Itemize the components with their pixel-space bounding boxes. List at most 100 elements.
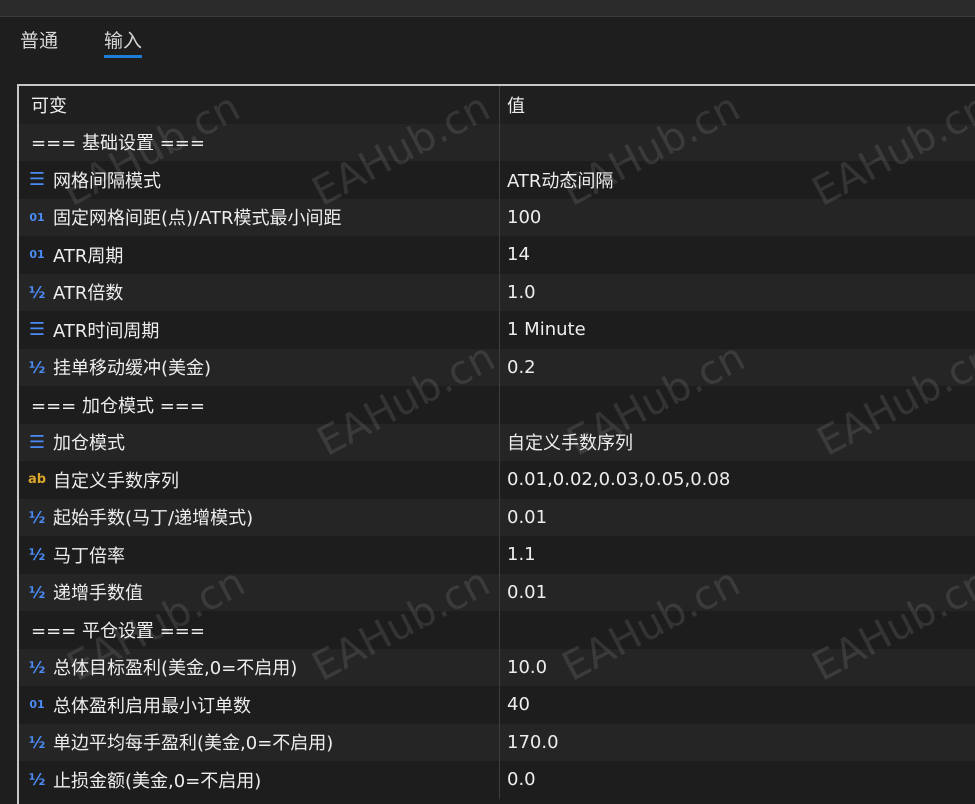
- parameter-value: 0.01: [507, 506, 548, 528]
- parameter-value-cell: [500, 611, 975, 649]
- parameter-value-cell[interactable]: 100: [500, 199, 975, 237]
- parameter-name-cell: ☰ ATR时间周期: [19, 311, 500, 349]
- parameter-row[interactable]: ½ 止损金额(美金,0=不启用) 0.0: [19, 761, 975, 799]
- parameter-name: === 基础设置 ===: [31, 133, 205, 155]
- parameter-name: === 加仓模式 ===: [31, 395, 205, 417]
- tab-inputs[interactable]: 输入: [104, 26, 143, 58]
- parameter-name: 马丁倍率: [53, 545, 125, 567]
- parameter-value: 1 Minute: [507, 319, 586, 341]
- double-icon: ½: [28, 732, 46, 752]
- parameter-value: 0.01,0.02,0.03,0.05,0.08: [507, 469, 731, 491]
- parameter-row[interactable]: ½ 挂单移动缓冲(美金) 0.2: [19, 348, 975, 387]
- string-icon: ab: [27, 472, 47, 488]
- tab-general[interactable]: 普通: [20, 26, 58, 53]
- parameter-value: 1.0: [507, 281, 536, 303]
- parameter-value-cell[interactable]: 0.01: [500, 574, 975, 612]
- parameter-name-cell: ½ 递增手数值: [19, 573, 500, 611]
- parameter-row[interactable]: ½ 单边平均每手盈利(美金,0=不启用) 170.0: [19, 723, 975, 762]
- tab-bar: 普通 输入: [0, 16, 975, 66]
- parameter-name: 总体盈利启用最小订单数: [53, 695, 251, 717]
- parameter-value-cell[interactable]: 1.0: [500, 274, 975, 312]
- section-header-row[interactable]: === 基础设置 ===: [19, 123, 975, 162]
- column-header-value-label: 值: [507, 95, 525, 117]
- parameter-row[interactable]: ½ 总体目标盈利(美金,0=不启用) 10.0: [19, 648, 975, 687]
- parameter-row[interactable]: ½ 起始手数(马丁/递增模式) 0.01: [19, 498, 975, 537]
- parameter-name-cell: === 基础设置 ===: [19, 123, 500, 161]
- parameter-name: === 平仓设置 ===: [31, 620, 205, 642]
- parameter-value: 0.0: [507, 769, 536, 791]
- parameter-value-cell[interactable]: 1 Minute: [500, 311, 975, 349]
- parameter-value-cell[interactable]: 14: [500, 236, 975, 274]
- parameter-name-cell: ½ ATR倍数: [19, 273, 500, 311]
- inputs-table: 可变 值 === 基础设置 === ☰ 网格间隔模式 ATR动态间隔 01 固定网格间距(…: [17, 84, 975, 804]
- parameter-value-cell[interactable]: 1.1: [500, 536, 975, 574]
- double-icon: ½: [28, 770, 46, 790]
- double-icon: ½: [28, 507, 46, 527]
- parameter-name-cell: ½ 起始手数(马丁/递增模式): [19, 498, 500, 536]
- parameter-value-cell[interactable]: 0.2: [500, 349, 975, 387]
- parameter-name-cell: === 平仓设置 ===: [19, 611, 500, 649]
- column-header-variable-label: 可变: [31, 95, 67, 117]
- parameter-name: ATR倍数: [53, 283, 124, 305]
- window-top-bar: [0, 0, 975, 17]
- parameter-value-cell[interactable]: 0.01,0.02,0.03,0.05,0.08: [500, 461, 975, 499]
- section-header-row[interactable]: === 平仓设置 ===: [19, 611, 975, 649]
- parameter-value-cell[interactable]: 40: [500, 686, 975, 724]
- parameter-name-cell: ½ 挂单移动缓冲(美金): [19, 348, 500, 386]
- double-icon: ½: [28, 545, 46, 565]
- parameter-value-cell[interactable]: 0.0: [500, 761, 975, 799]
- parameter-name: 总体目标盈利(美金,0=不启用): [53, 658, 298, 680]
- parameter-name: 自定义手数序列: [53, 470, 179, 492]
- tab-inputs-label: 输入: [104, 30, 143, 52]
- parameter-row[interactable]: ☰ 加仓模式 自定义手数序列: [19, 423, 975, 462]
- parameter-row[interactable]: 01 固定网格间距(点)/ATR模式最小间距 100: [19, 198, 975, 237]
- parameter-value: 0.2: [507, 356, 536, 378]
- parameter-value: ATR动态间隔: [507, 170, 614, 192]
- double-icon: ½: [28, 282, 46, 302]
- parameter-value: 10.0: [507, 656, 548, 678]
- parameter-name-cell: ½ 止损金额(美金,0=不启用): [19, 761, 500, 799]
- enum-icon: ☰: [28, 431, 46, 453]
- parameter-value: 14: [507, 244, 530, 266]
- parameter-name-cell: ½ 总体目标盈利(美金,0=不启用): [19, 648, 500, 686]
- parameter-value-cell: [500, 386, 975, 424]
- parameter-value-cell[interactable]: 0.01: [500, 499, 975, 537]
- parameter-value-cell[interactable]: 10.0: [500, 649, 975, 687]
- parameter-value-cell: [500, 124, 975, 162]
- parameter-row[interactable]: ½ ATR倍数 1.0: [19, 273, 975, 312]
- section-header-row[interactable]: === 加仓模式 ===: [19, 386, 975, 424]
- parameter-value-cell[interactable]: 自定义手数序列: [500, 424, 975, 462]
- enum-icon: ☰: [28, 169, 46, 191]
- table-header-row: 可变 值: [19, 86, 975, 124]
- column-header-value[interactable]: 值: [500, 86, 975, 124]
- parameter-name-cell: ab 自定义手数序列: [19, 461, 500, 499]
- parameter-row[interactable]: 01 ATR周期 14: [19, 236, 975, 274]
- parameter-name: 递增手数值: [53, 583, 143, 605]
- parameter-value: 1.1: [507, 544, 536, 566]
- active-tab-underline: [104, 55, 143, 58]
- parameter-name-cell: ½ 马丁倍率: [19, 536, 500, 574]
- parameter-name: 单边平均每手盈利(美金,0=不启用): [53, 733, 334, 755]
- parameter-row[interactable]: ½ 递增手数值 0.01: [19, 573, 975, 612]
- parameter-name-cell: ½ 单边平均每手盈利(美金,0=不启用): [19, 723, 500, 761]
- int-icon: 01: [29, 210, 45, 224]
- parameter-row[interactable]: 01 总体盈利启用最小订单数 40: [19, 686, 975, 724]
- parameter-row[interactable]: ½ 马丁倍率 1.1: [19, 536, 975, 574]
- column-header-variable[interactable]: 可变: [19, 86, 500, 124]
- parameter-row[interactable]: ab 自定义手数序列 0.01,0.02,0.03,0.05,0.08: [19, 461, 975, 499]
- parameter-value: 40: [507, 694, 530, 716]
- parameter-value-cell[interactable]: 170.0: [500, 724, 975, 762]
- int-icon: 01: [29, 248, 45, 262]
- parameter-name-cell: === 加仓模式 ===: [19, 386, 500, 424]
- parameter-value-cell[interactable]: ATR动态间隔: [500, 161, 975, 199]
- parameter-name-cell: 01 总体盈利启用最小订单数: [19, 686, 500, 724]
- parameter-row[interactable]: ☰ ATR时间周期 1 Minute: [19, 311, 975, 349]
- parameter-name: 固定网格间距(点)/ATR模式最小间距: [53, 208, 342, 230]
- parameter-name-cell: 01 固定网格间距(点)/ATR模式最小间距: [19, 198, 500, 236]
- parameter-value: 170.0: [507, 731, 559, 753]
- parameter-name: 加仓模式: [53, 433, 125, 455]
- parameter-row[interactable]: ☰ 网格间隔模式 ATR动态间隔: [19, 161, 975, 199]
- parameter-value: 0.01: [507, 581, 548, 603]
- parameter-value: 自定义手数序列: [507, 433, 633, 455]
- double-icon: ½: [28, 357, 46, 377]
